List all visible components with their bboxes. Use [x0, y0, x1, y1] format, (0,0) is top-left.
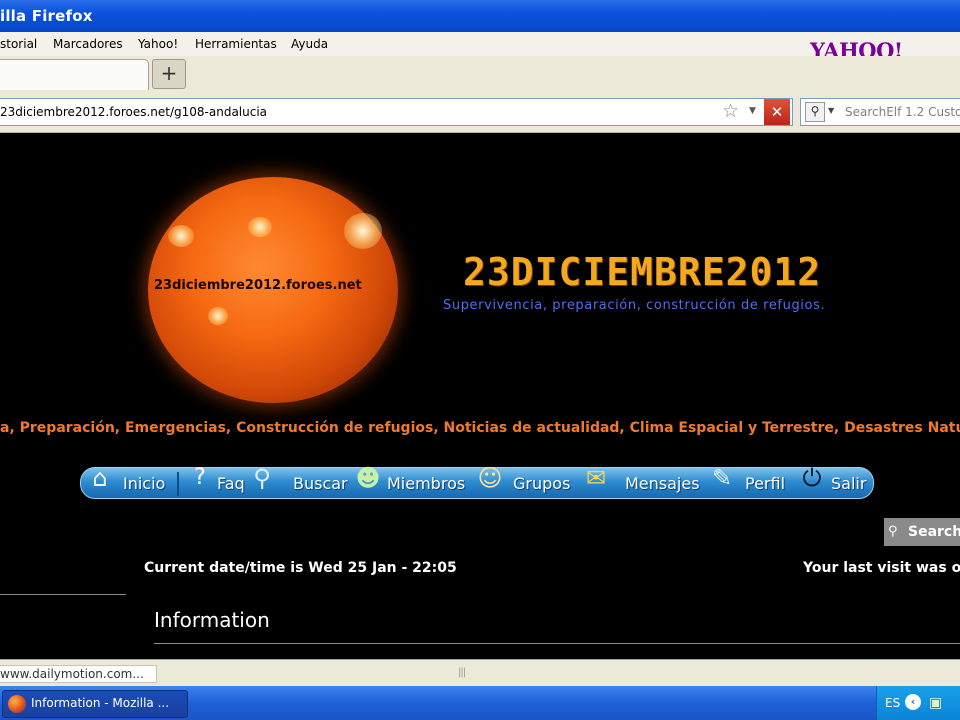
menu-item-yahoo[interactable]: Yahoo! — [138, 37, 178, 51]
search-icon: ⚲ — [888, 524, 898, 539]
nav-miembros[interactable]: ☻ Miembros — [353, 464, 473, 498]
nav-buscar[interactable]: ⚲ Buscar — [251, 464, 351, 498]
nav-perfil[interactable]: ✎ Perfil — [707, 464, 797, 498]
window-title: illa Firefox — [0, 7, 93, 25]
menu-item-marcadores[interactable]: Marcadores — [53, 37, 123, 51]
nav-label: Buscar — [293, 474, 348, 493]
stop-button[interactable]: ✕ — [764, 99, 790, 125]
network-icon[interactable]: ▣ — [929, 695, 942, 711]
url-text[interactable]: 23diciembre2012.foroes.net/g108-andaluci… — [0, 105, 267, 119]
navigation-toolbar: 23diciembre2012.foroes.net/g108-andaluci… — [0, 96, 960, 133]
page-content: 23diciembre2012.foroes.net 23DICIEMBRE20… — [0, 133, 960, 659]
faq-icon: ? — [194, 465, 206, 490]
sun-flare — [168, 225, 194, 247]
url-bar[interactable]: 23diciembre2012.foroes.net/g108-andaluci… — [0, 98, 793, 126]
tab-active[interactable] — [0, 59, 149, 90]
firefox-icon — [8, 695, 26, 713]
search-input[interactable]: SearchElf 1.2 Custo — [845, 105, 960, 119]
nav-mensajes[interactable]: ✉ Mensajes — [579, 464, 707, 498]
section-heading: Information — [154, 608, 270, 632]
members-icon: ☻ — [355, 464, 381, 492]
search-engine-dropdown-icon[interactable]: ▼ — [828, 106, 834, 115]
window-titlebar: illa Firefox — [0, 0, 960, 32]
home-icon: ⌂ — [92, 464, 108, 492]
nav-salir[interactable]: ⏻ Salir — [797, 464, 871, 498]
search-icon: ⚲ — [253, 464, 271, 492]
tab-strip: + — [0, 56, 960, 96]
nav-grupos[interactable]: ☺ Grupos — [475, 464, 579, 498]
sun-flare — [208, 307, 228, 325]
status-bar: www.dailymotion.com... ||| — [0, 659, 960, 687]
nav-label: Faq — [217, 474, 245, 493]
menu-item-ayuda[interactable]: Ayuda — [291, 37, 328, 51]
windows-taskbar: Information - Mozilla ... ES ‹ ▣ — [0, 686, 960, 720]
mail-icon: ✉ — [585, 464, 607, 492]
sun-flare — [248, 217, 272, 237]
divider — [154, 643, 960, 644]
forum-search-button[interactable]: ⚲ Search — [884, 518, 960, 546]
search-bar[interactable]: ⚲ ▼ SearchElf 1.2 Custo — [800, 98, 960, 126]
url-dropdown-icon[interactable]: ▼ — [749, 106, 756, 116]
topics-ticker: a, Preparación, Emergencias, Construcció… — [0, 420, 960, 436]
sun-caption: 23diciembre2012.foroes.net — [154, 278, 362, 293]
search-button-label: Search — [908, 524, 960, 540]
status-text: www.dailymotion.com... — [0, 665, 157, 683]
nav-faq[interactable]: ? Faq — [181, 465, 251, 498]
menu-item-herramientas[interactable]: Herramientas — [195, 37, 277, 51]
last-visit-text: Your last visit was on — [803, 560, 960, 576]
nav-label: Perfil — [745, 474, 786, 493]
nav-label: Inicio — [123, 474, 166, 493]
tray-expand-icon[interactable]: ‹ — [905, 694, 921, 710]
taskbar-button-label: Information - Mozilla ... — [31, 696, 170, 710]
divider — [0, 594, 126, 595]
nav-divider — [177, 472, 179, 496]
menu-item-historial[interactable]: storial — [0, 37, 37, 51]
forum-nav-bar: ⌂ Inicio ? Faq ⚲ Buscar ☻ Miembros ☺ Gru… — [80, 464, 874, 499]
wrench-icon: ✎ — [711, 464, 733, 492]
nav-label: Mensajes — [625, 474, 700, 493]
status-grip[interactable]: ||| — [458, 667, 466, 678]
taskbar-button-firefox[interactable]: Information - Mozilla ... — [2, 690, 188, 718]
bookmark-star-icon[interactable]: ☆ — [722, 100, 739, 122]
nav-label: Salir — [831, 474, 867, 493]
language-indicator[interactable]: ES — [885, 696, 900, 710]
nav-inicio[interactable]: ⌂ Inicio — [83, 464, 177, 498]
nav-label: Miembros — [387, 474, 466, 493]
new-tab-button[interactable]: + — [152, 59, 186, 89]
search-engine-icon[interactable]: ⚲ — [805, 102, 825, 122]
system-tray: ES ‹ ▣ — [876, 686, 960, 720]
current-datetime: Current date/time is Wed 25 Jan - 22:05 — [144, 560, 457, 576]
sun-flare — [344, 213, 382, 249]
site-brand-title: 23DICIEMBRE2012 — [463, 250, 822, 294]
nav-label: Grupos — [513, 474, 571, 493]
power-icon: ⏻ — [802, 464, 822, 492]
groups-icon: ☺ — [477, 464, 503, 492]
site-tagline: Supervivencia, preparación, construcción… — [443, 298, 826, 313]
